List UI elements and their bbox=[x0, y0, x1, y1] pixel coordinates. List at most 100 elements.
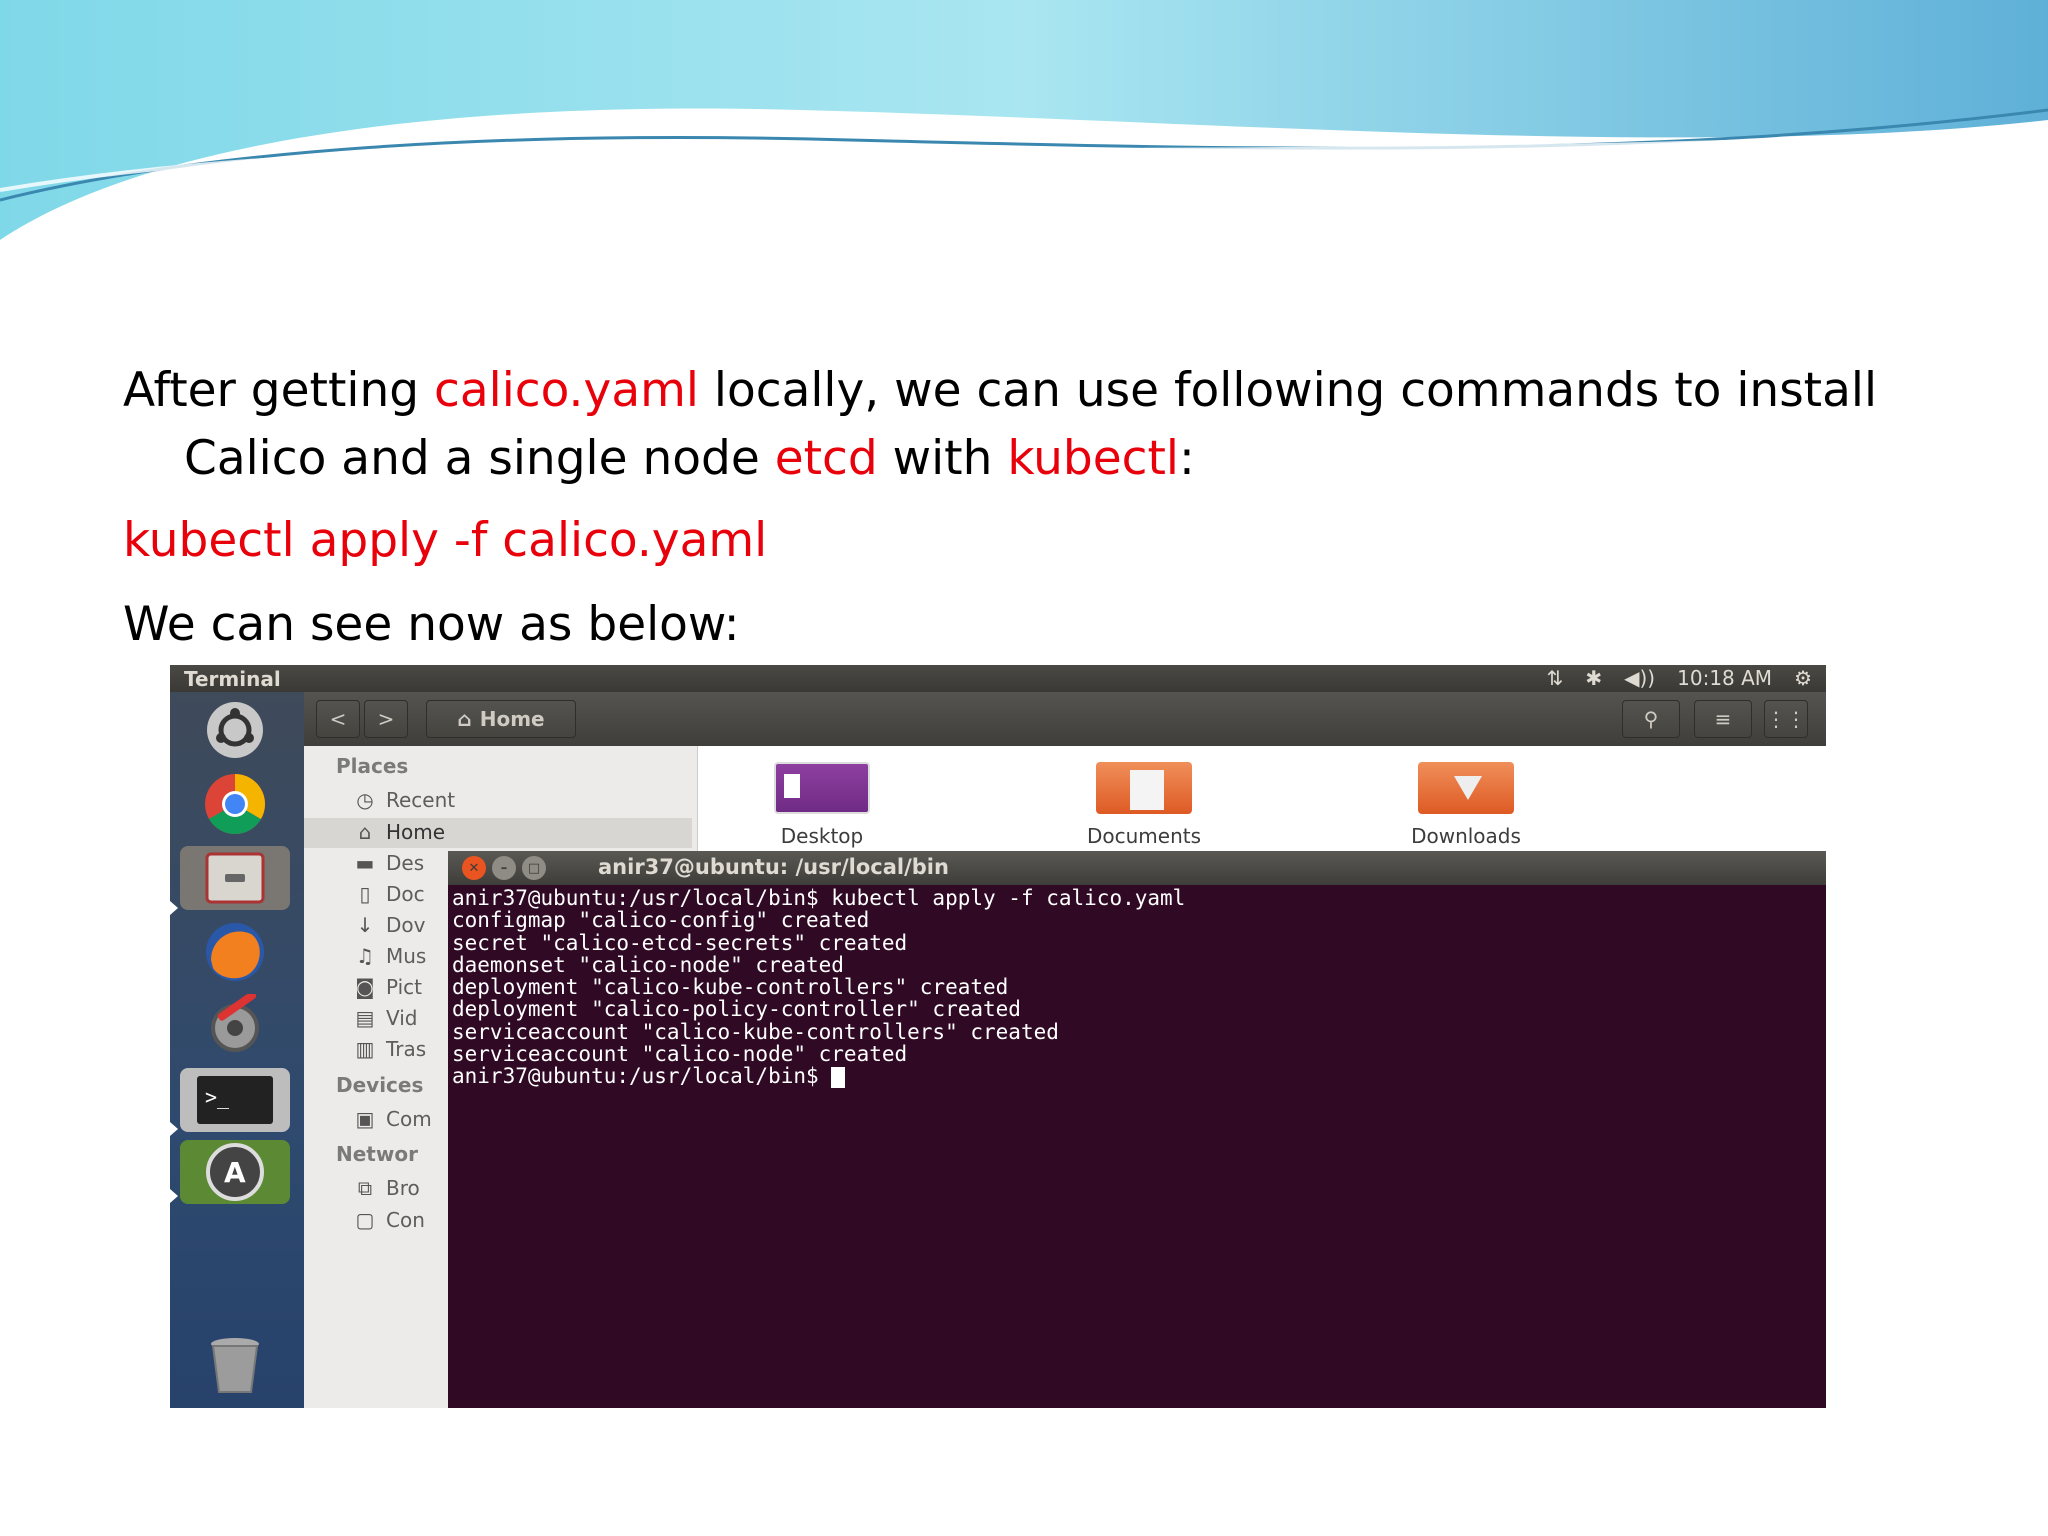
folder-label: Downloads bbox=[1411, 824, 1521, 848]
terminal-launcher[interactable]: >_ bbox=[180, 1068, 290, 1132]
sidebar-item-label: Bro bbox=[386, 1176, 420, 1200]
folder-label: Desktop bbox=[780, 824, 864, 848]
trash-launcher[interactable] bbox=[180, 1334, 290, 1398]
software-updater-icon: A bbox=[206, 1143, 264, 1201]
back-button[interactable]: < bbox=[316, 700, 360, 738]
intro-text: Calico and a single node bbox=[184, 431, 775, 486]
ubuntu-screenshot: Terminal ⇅ ✱ ◀)) 10:18 AM ⚙ >_ A < > ⌂ H… bbox=[170, 665, 1826, 1408]
files-launcher[interactable] bbox=[180, 846, 290, 910]
sidebar-item-home[interactable]: ⌂ Home bbox=[354, 820, 445, 844]
places-heading: Places bbox=[336, 754, 409, 778]
intro-text: After getting bbox=[123, 363, 435, 418]
see-below-text: We can see now as below: bbox=[123, 597, 740, 652]
trash-icon bbox=[211, 1338, 259, 1393]
terminal-line: serviceaccount "calico-kube-controllers"… bbox=[452, 1019, 1059, 1044]
terminal-line: configmap "calico-config" created bbox=[452, 908, 870, 933]
desktop-folder-icon bbox=[774, 762, 870, 814]
camera-icon: ◙ bbox=[355, 975, 375, 999]
sidebar-item-music[interactable]: ♫ Mus bbox=[354, 944, 426, 968]
system-tray: ⇅ ✱ ◀)) 10:18 AM ⚙ bbox=[1547, 666, 1812, 690]
file-cabinet-icon bbox=[205, 852, 265, 904]
running-indicator bbox=[170, 1122, 178, 1136]
terminal-title: anir37@ubuntu: /usr/local/bin bbox=[598, 855, 949, 879]
terminal-line: secret "calico-etcd-secrets" created bbox=[452, 930, 908, 955]
folder-label: Documents bbox=[1086, 824, 1202, 848]
list-view-button[interactable]: ≡ bbox=[1694, 700, 1752, 738]
firefox-launcher[interactable] bbox=[180, 920, 290, 984]
intro-paragraph-line2: Calico and a single node etcd with kubec… bbox=[184, 426, 1195, 492]
files-headerbar: < > ⌂ Home ⋮⋮ ≡ ⚲ bbox=[304, 692, 1826, 746]
sidebar-item-videos[interactable]: ▤ Vid bbox=[354, 1006, 418, 1030]
search-icon: ⚲ bbox=[1643, 707, 1659, 731]
folder-documents[interactable]: Documents bbox=[1054, 762, 1234, 848]
sidebar-item-browse-network[interactable]: ⧉ Bro bbox=[354, 1176, 420, 1200]
sidebar-item-pictures[interactable]: ◙ Pict bbox=[354, 975, 422, 999]
list-icon: ≡ bbox=[1714, 707, 1732, 731]
terminal-output[interactable]: anir37@ubuntu:/usr/local/bin$ kubectl ap… bbox=[448, 885, 1826, 1408]
sidebar-item-label: Con bbox=[386, 1208, 425, 1232]
sidebar-item-desktop[interactable]: ▬ Des bbox=[354, 851, 425, 875]
chrome-icon bbox=[205, 774, 266, 835]
clock-icon: ◷ bbox=[356, 788, 374, 812]
music-icon: ♫ bbox=[356, 944, 374, 968]
intro-paragraph-line1: After getting calico.yaml locally, we ca… bbox=[123, 358, 1877, 424]
chevron-left-icon: < bbox=[329, 707, 347, 731]
terminal-line: daemonset "calico-node" created bbox=[452, 952, 844, 977]
sidebar-item-label: Mus bbox=[386, 944, 427, 968]
forward-button[interactable]: > bbox=[364, 700, 408, 738]
terminal-line: deployment "calico-kube-controllers" cre… bbox=[452, 975, 1009, 1000]
chevron-right-icon: > bbox=[377, 707, 395, 731]
film-icon: ▤ bbox=[355, 1006, 375, 1030]
path-home-button[interactable]: ⌂ Home bbox=[426, 700, 576, 738]
clock[interactable]: 10:18 AM bbox=[1677, 666, 1772, 690]
network-icon: ⧉ bbox=[357, 1176, 373, 1200]
bluetooth-icon[interactable]: ✱ bbox=[1585, 666, 1602, 690]
search-button[interactable]: ⚲ bbox=[1622, 700, 1680, 738]
sidebar-item-label: Tras bbox=[386, 1037, 427, 1061]
software-updater-launcher[interactable]: A bbox=[180, 1140, 290, 1204]
settings-launcher[interactable] bbox=[180, 994, 290, 1058]
trash-icon: ▥ bbox=[355, 1037, 375, 1061]
maximize-icon: □ bbox=[527, 860, 541, 876]
sidebar-item-label: Recent bbox=[386, 788, 456, 812]
documents-folder-icon bbox=[1096, 762, 1192, 814]
minimize-button[interactable]: – bbox=[492, 856, 516, 880]
folder-downloads[interactable]: Downloads bbox=[1376, 762, 1556, 848]
svg-text:>_: >_ bbox=[205, 1085, 230, 1109]
grid-view-button[interactable]: ⋮⋮ bbox=[1764, 700, 1808, 738]
grid-icon: ⋮⋮ bbox=[1766, 707, 1806, 731]
folder-desktop[interactable]: Desktop bbox=[732, 762, 912, 848]
terminal-prompt-line[interactable]: anir37@ubuntu:/usr/local/bin$ bbox=[452, 1064, 1822, 1089]
sidebar-item-downloads[interactable]: ↓ Dov bbox=[354, 913, 426, 937]
maximize-button[interactable]: □ bbox=[522, 856, 546, 880]
volume-icon[interactable]: ◀)) bbox=[1624, 666, 1655, 690]
network-icon[interactable]: ⇅ bbox=[1547, 666, 1564, 690]
folder-icon: ▬ bbox=[355, 851, 375, 875]
sidebar-item-documents[interactable]: ▯ Doc bbox=[354, 882, 424, 906]
sidebar-item-label: Des bbox=[386, 851, 425, 875]
ubuntu-logo-icon bbox=[207, 702, 263, 758]
minimize-icon: – bbox=[500, 860, 508, 876]
sidebar-item-connect-server[interactable]: ▢ Con bbox=[354, 1208, 425, 1232]
document-icon: ▯ bbox=[359, 882, 371, 906]
terminal-titlebar[interactable]: ✕ – □ anir37@ubuntu: /usr/local/bin bbox=[448, 851, 1826, 885]
calico-yaml-highlight: calico.yaml bbox=[434, 363, 699, 418]
home-icon: ⌂ bbox=[457, 707, 472, 731]
terminal-line: anir37@ubuntu:/usr/local/bin$ kubectl ap… bbox=[452, 886, 1186, 910]
running-indicator bbox=[170, 1189, 178, 1203]
close-icon: ✕ bbox=[468, 860, 480, 876]
sidebar-item-computer[interactable]: ▣ Com bbox=[354, 1107, 432, 1131]
sidebar-item-trash[interactable]: ▥ Tras bbox=[354, 1037, 427, 1061]
active-app-title: Terminal bbox=[184, 667, 281, 691]
folder-view: Desktop Documents Downloads bbox=[698, 746, 1826, 864]
devices-heading: Devices bbox=[336, 1073, 424, 1097]
ubuntu-dash-button[interactable] bbox=[180, 698, 290, 762]
sidebar-item-recent[interactable]: ◷ Recent bbox=[354, 788, 455, 812]
chrome-launcher[interactable] bbox=[180, 772, 290, 836]
gear-icon[interactable]: ⚙ bbox=[1794, 666, 1812, 690]
intro-text: locally, we can use following commands t… bbox=[698, 363, 1878, 418]
path-label: Home bbox=[479, 707, 545, 731]
close-button[interactable]: ✕ bbox=[462, 856, 486, 880]
sidebar-item-label: Dov bbox=[386, 913, 426, 937]
terminal-prompt: anir37@ubuntu:/usr/local/bin$ bbox=[452, 1064, 832, 1089]
